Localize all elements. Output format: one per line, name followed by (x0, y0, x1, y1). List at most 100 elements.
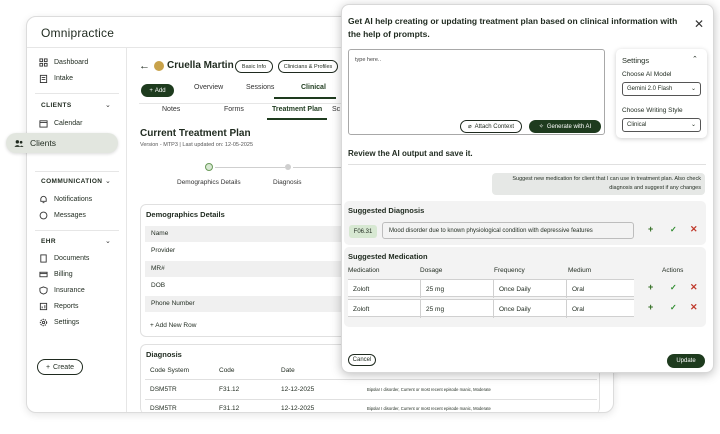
sidebar-item-clients[interactable]: Clients (6, 133, 118, 153)
step-label-diagnosis[interactable]: Diagnosis (273, 179, 302, 186)
chevron-down-icon[interactable]: ⌄ (105, 101, 111, 109)
sidebar-item-label: Settings (54, 319, 80, 326)
sidebar: Dashboard Intake CLIENTS ⌄ Calendar COMM… (27, 48, 127, 412)
tab-sc[interactable]: Sc (332, 106, 340, 113)
reject-icon[interactable]: ✕ (690, 282, 698, 293)
step-indicator (285, 164, 291, 170)
clinicians-profiles-button[interactable]: Clinicians & Profiles (278, 60, 338, 73)
ai-model-select[interactable]: Gemini 2.0 Flash ⌄ (622, 82, 701, 96)
demographics-card: Demographics Details Name Provider MR# D… (140, 204, 350, 337)
sidebar-item-messages[interactable]: Messages (39, 211, 86, 220)
divider (145, 399, 597, 400)
prompt-placeholder: type here.. (355, 57, 381, 63)
prompt-textarea[interactable]: type here.. ⌀ Attach Context ✧ Generate … (348, 49, 605, 135)
table-cell: Oral (572, 285, 585, 293)
table-cell: Zoloft (348, 300, 421, 318)
chevron-down-icon: ⌄ (690, 86, 696, 92)
step-label-demographics[interactable]: Demographics Details (177, 179, 241, 186)
sidebar-item-label: Intake (54, 75, 74, 82)
table-row-bg (145, 261, 345, 277)
table-cell: 12-12-2025 (281, 405, 315, 412)
table-cell: 25 mg (421, 300, 494, 318)
close-icon[interactable]: ✕ (694, 17, 704, 31)
table-cell: F31.12 (219, 405, 240, 412)
basic-info-button[interactable]: Basic Info (235, 60, 273, 73)
step-connector (215, 167, 285, 168)
sidebar-item-documents[interactable]: Documents (39, 254, 89, 263)
sidebar-item-billing[interactable]: Billing (39, 270, 73, 279)
table-cell: 25 mg (421, 280, 494, 298)
check-icon[interactable]: ✓ (670, 225, 677, 234)
column-header: Dosage (420, 267, 443, 274)
chevron-down-icon[interactable]: ⌄ (105, 177, 111, 185)
column-header: Medication (348, 267, 380, 274)
table-row: MR# (151, 265, 165, 272)
add-icon[interactable]: + (648, 224, 653, 234)
billing-icon (39, 271, 48, 278)
check-icon[interactable]: ✓ (670, 303, 677, 312)
sidebar-item-label: Documents (54, 255, 90, 262)
reports-icon (39, 302, 48, 311)
back-arrow-icon[interactable]: ← (139, 60, 150, 72)
section-title-ehr: EHR (41, 238, 56, 245)
sidebar-item-label: Reports (54, 303, 79, 310)
tab-sessions[interactable]: Sessions (246, 84, 274, 91)
table-row: Name (151, 230, 169, 237)
tab-clinical[interactable]: Clinical (301, 84, 326, 91)
sidebar-item-settings[interactable]: Settings (39, 318, 79, 327)
tab-indicator (274, 97, 336, 99)
tab-forms[interactable]: Forms (224, 106, 244, 113)
table-cell: DSM5TR (150, 405, 177, 412)
gear-icon (39, 318, 48, 327)
add-button[interactable]: + Add (141, 84, 174, 97)
attach-context-button[interactable]: ⌀ Attach Context (460, 120, 522, 133)
tab-treatment-plan[interactable]: Treatment Plan (272, 106, 322, 113)
tab-notes[interactable]: Notes (162, 106, 180, 113)
sidebar-item-calendar[interactable]: Calendar (39, 119, 82, 128)
add-new-row-link[interactable]: + Add New Row (150, 322, 196, 329)
add-icon[interactable]: + (648, 302, 653, 312)
divider (35, 230, 119, 231)
create-button[interactable]: + Create (37, 359, 83, 375)
version-info: Version - MTP3 | Last updated on: 12-05-… (140, 142, 254, 148)
settings-panel: Settings ⌃ Choose AI Model Gemini 2.0 Fl… (616, 49, 707, 138)
sidebar-item-notifications[interactable]: Notifications (39, 195, 92, 204)
app-logo: Omnipractice (41, 26, 115, 40)
table-cell: 12-12-2025 (281, 386, 315, 393)
tab-overview[interactable]: Overview (194, 84, 223, 91)
page-title: Current Treatment Plan (140, 128, 251, 139)
patient-name: Cruella Martin (167, 60, 234, 71)
chevron-down-icon[interactable]: ⌄ (105, 237, 111, 245)
cancel-button[interactable]: Cancel (348, 354, 376, 366)
generate-with-ai-button[interactable]: ✧ Generate with AI (529, 120, 601, 133)
section-title: Suggested Diagnosis (348, 206, 425, 215)
column-header: Code (219, 367, 235, 374)
sidebar-item-reports[interactable]: Reports (39, 302, 79, 311)
ai-help-modal: Get AI help creating or updating treatme… (341, 4, 714, 373)
review-title: Review the AI output and save it. (348, 149, 473, 158)
writing-style-label: Choose Writing Style (622, 107, 683, 114)
add-icon[interactable]: + (648, 282, 653, 292)
sidebar-item-label: Calendar (54, 120, 83, 127)
sidebar-item-dashboard[interactable]: Dashboard (39, 58, 88, 67)
divider (348, 164, 706, 165)
chevron-down-icon: ⌄ (690, 122, 696, 128)
chevron-up-icon[interactable]: ⌃ (692, 55, 698, 63)
sidebar-item-intake[interactable]: Intake (39, 74, 73, 83)
section-title: Suggested Medication (348, 252, 428, 261)
bell-icon (40, 195, 47, 204)
calendar-icon (39, 120, 48, 128)
users-icon (14, 139, 24, 147)
sidebar-item-label: Billing (54, 271, 73, 278)
check-icon[interactable]: ✓ (670, 283, 677, 292)
divider (35, 93, 119, 94)
table-row: Provider (151, 247, 176, 254)
reject-icon[interactable]: ✕ (690, 224, 698, 235)
diagnosis-description-field[interactable]: Mood disorder due to known physiological… (382, 222, 634, 239)
writing-style-select[interactable]: Clinical ⌄ (622, 118, 701, 132)
table-cell: DSM5TR (150, 386, 177, 393)
table-row: Phone Number (151, 300, 195, 307)
update-button[interactable]: Update (667, 354, 705, 368)
reject-icon[interactable]: ✕ (690, 302, 698, 313)
sidebar-item-insurance[interactable]: Insurance (39, 286, 85, 295)
